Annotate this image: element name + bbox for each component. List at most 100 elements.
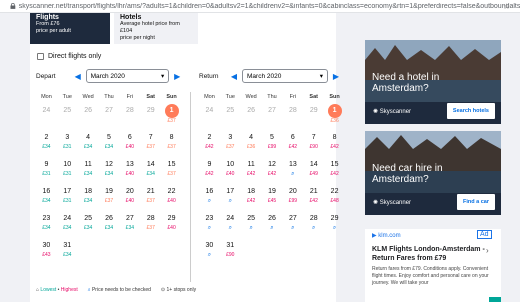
- return-day-30[interactable]: 30 ⌕: [199, 241, 220, 268]
- return-calendar: Return ◀ March 2020 ▾ ▶ Mon Tue Wed Thu Fri Sa…: [199, 68, 345, 268]
- depart-day-25[interactable]: 25 £34: [78, 214, 99, 241]
- hotel-ad-headline: Need a hotel in Amsterdam?: [372, 72, 440, 94]
- klm-ad-title[interactable]: KLM Flights London-Amsterdam - Return Fa…: [372, 245, 497, 263]
- return-day-6[interactable]: 6 £42: [282, 133, 303, 160]
- depart-prev-month-icon[interactable]: ◀: [73, 72, 83, 81]
- return-day-23[interactable]: 23 ⌕: [199, 214, 220, 241]
- depart-day-19[interactable]: 19 £37: [99, 187, 120, 214]
- return-day-24[interactable]: 24 ⌕: [220, 214, 241, 241]
- day-price: £34: [83, 144, 93, 150]
- depart-day-17[interactable]: 17 £31: [57, 187, 78, 214]
- return-day-4[interactable]: 4 £36: [241, 133, 262, 160]
- return-prev-month-icon[interactable]: ◀: [229, 72, 239, 81]
- return-next-month-icon[interactable]: ▶: [331, 72, 341, 81]
- return-day-8[interactable]: 8 £42: [324, 133, 345, 160]
- day-number: 24: [205, 107, 214, 114]
- return-day-2[interactable]: 2 £42: [199, 133, 220, 160]
- bookmark-star-icon[interactable]: ☆: [503, 2, 510, 11]
- day-number: 18: [84, 188, 93, 195]
- return-day-25[interactable]: 25 ⌕: [241, 214, 262, 241]
- depart-day-28[interactable]: 28 £37: [140, 214, 161, 241]
- return-day-29[interactable]: 29 ⌕: [324, 214, 345, 241]
- return-day-19[interactable]: 19 £45: [262, 187, 283, 214]
- return-label: Return: [199, 72, 219, 80]
- return-day-17[interactable]: 17 ⌕: [220, 187, 241, 214]
- address-bar[interactable]: skyscanner.net/transport/flights/lhr/ams…: [0, 0, 520, 13]
- depart-day-26[interactable]: 26 £34: [99, 214, 120, 241]
- find-a-car-button[interactable]: Find a car: [457, 194, 495, 210]
- search-icon: ⌕: [228, 198, 232, 204]
- day-number: 16: [42, 188, 51, 195]
- return-day-20[interactable]: 20 £99: [282, 187, 303, 214]
- search-hotels-button[interactable]: Search hotels: [446, 103, 495, 119]
- tab-hotels[interactable]: Hotels Average hotel price from £104 pri…: [114, 13, 198, 44]
- return-day-26[interactable]: 26 ⌕: [262, 214, 283, 241]
- depart-day-8[interactable]: 8 £37: [161, 133, 182, 160]
- day-number: 27: [125, 215, 134, 222]
- depart-month-select[interactable]: March 2020 ▾: [85, 69, 170, 83]
- chevron-right-icon[interactable]: ›: [486, 246, 489, 255]
- depart-day-21[interactable]: 21 £37: [140, 187, 161, 214]
- return-day-31[interactable]: 31 £90: [220, 241, 241, 268]
- klm-ad[interactable]: ▶ klm.com Ad KLM Flights London-Amsterda…: [365, 229, 501, 302]
- return-day-13[interactable]: 13 ⌕: [282, 160, 303, 187]
- depart-day-24[interactable]: 24 £34: [57, 214, 78, 241]
- depart-day-7[interactable]: 7 £37: [140, 133, 161, 160]
- depart-day-4[interactable]: 4 £34: [78, 133, 99, 160]
- return-day-21[interactable]: 21 £42: [303, 187, 324, 214]
- depart-day-3[interactable]: 3 £31: [57, 133, 78, 160]
- return-day-16[interactable]: 16 ⌕: [199, 187, 220, 214]
- tab-flights[interactable]: Flights From £76 price per adult: [30, 13, 110, 44]
- depart-day-18[interactable]: 18 £34: [78, 187, 99, 214]
- depart-day-23[interactable]: 23 £34: [36, 214, 57, 241]
- day-price: £42: [205, 171, 214, 177]
- day-number: 5: [107, 134, 111, 141]
- depart-day-1[interactable]: 1 £37: [161, 104, 182, 133]
- empty-day: [303, 241, 324, 268]
- return-day-10[interactable]: 10 £40: [220, 160, 241, 187]
- depart-day-20[interactable]: 20 £40: [119, 187, 140, 214]
- day-number: 14: [146, 161, 155, 168]
- empty-day: [241, 241, 262, 268]
- car-hire-ad[interactable]: Need car hire in Amsterdam? ✺ Skyscanner…: [365, 131, 501, 215]
- depart-day-14[interactable]: 14 £34: [140, 160, 161, 187]
- depart-day-27[interactable]: 27 £34: [119, 214, 140, 241]
- day-number: 1: [327, 104, 342, 118]
- return-day-12[interactable]: 12 £42: [262, 160, 283, 187]
- return-day-1[interactable]: 1 £36: [324, 104, 345, 133]
- price-legend: ⌂ Lowest • Highest ⌕ Price needs to be c…: [36, 287, 196, 293]
- depart-day-30[interactable]: 30 £43: [36, 241, 57, 268]
- depart-day-13[interactable]: 13 £40: [119, 160, 140, 187]
- depart-day-9[interactable]: 9 £31: [36, 160, 57, 187]
- klm-ad-domain[interactable]: ▶ klm.com: [372, 232, 401, 239]
- chevron-down-icon: ▾: [161, 73, 165, 80]
- day-number: 29: [309, 107, 318, 114]
- return-day-15[interactable]: 15 £42: [324, 160, 345, 187]
- depart-day-6[interactable]: 6 £40: [119, 133, 140, 160]
- return-day-7[interactable]: 7 £90: [303, 133, 324, 160]
- return-day-14[interactable]: 14 £49: [303, 160, 324, 187]
- depart-day-12[interactable]: 12 £34: [99, 160, 120, 187]
- depart-day-15[interactable]: 15 £37: [161, 160, 182, 187]
- depart-day-2[interactable]: 2 £34: [36, 133, 57, 160]
- return-day-5[interactable]: 5 £99: [262, 133, 283, 160]
- return-day-18[interactable]: 18 £42: [241, 187, 262, 214]
- depart-day-29[interactable]: 29 £40: [161, 214, 182, 241]
- depart-day-31[interactable]: 31 £34: [57, 241, 78, 268]
- direct-flights-toggle[interactable]: Direct flights only: [37, 53, 101, 60]
- return-day-22[interactable]: 22 £48: [324, 187, 345, 214]
- return-day-3[interactable]: 3 £37: [220, 133, 241, 160]
- direct-flights-checkbox[interactable]: [37, 53, 44, 60]
- depart-day-10[interactable]: 10 £31: [57, 160, 78, 187]
- depart-next-month-icon[interactable]: ▶: [172, 72, 182, 81]
- depart-day-5[interactable]: 5 £34: [99, 133, 120, 160]
- hotel-ad[interactable]: Need a hotel in Amsterdam? ✺ Skyscanner …: [365, 40, 501, 124]
- return-day-27[interactable]: 27 ⌕: [282, 214, 303, 241]
- return-day-11[interactable]: 11 £42: [241, 160, 262, 187]
- depart-day-16[interactable]: 16 £34: [36, 187, 57, 214]
- return-month-select[interactable]: March 2020 ▾: [242, 69, 328, 83]
- depart-day-11[interactable]: 11 £34: [78, 160, 99, 187]
- return-day-9[interactable]: 9 £42: [199, 160, 220, 187]
- return-day-28[interactable]: 28 ⌕: [303, 214, 324, 241]
- depart-day-22[interactable]: 22 £40: [161, 187, 182, 214]
